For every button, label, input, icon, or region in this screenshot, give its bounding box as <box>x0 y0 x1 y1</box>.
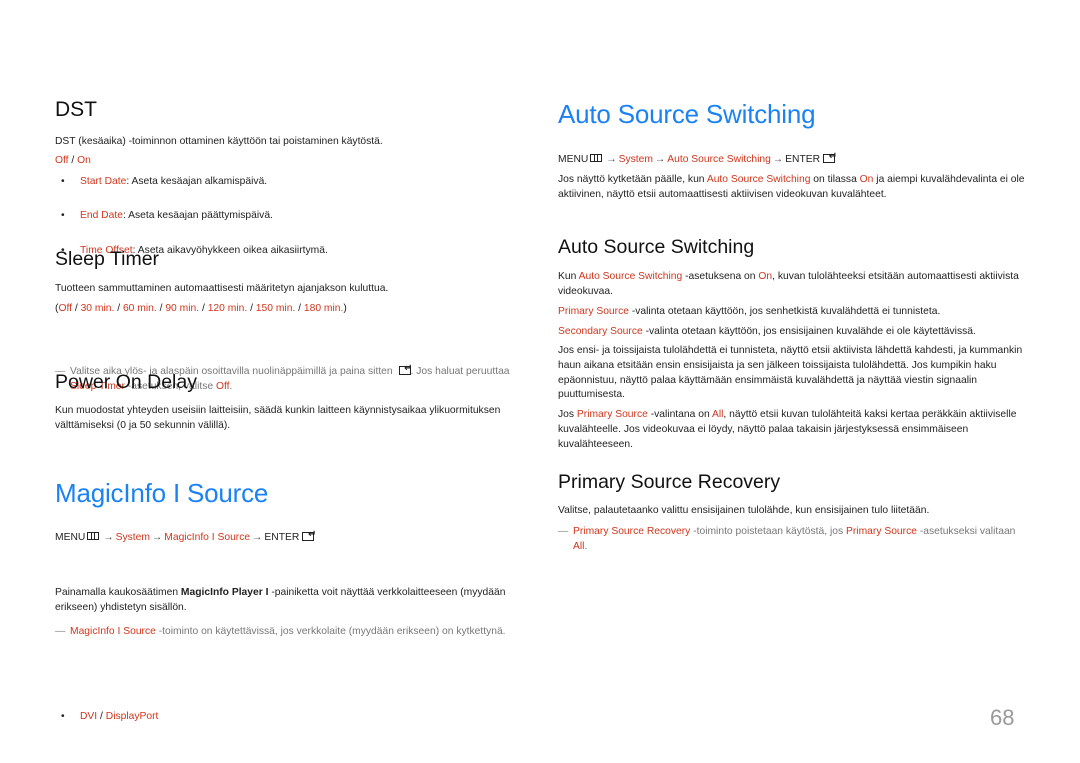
bullet-icon: • <box>61 176 65 187</box>
magicinfo-note: — MagicInfo I Source -toiminto on käytett… <box>55 625 510 640</box>
primary-source-recovery-description: Valitse, palautetaanko valittu ensisijai… <box>558 505 930 516</box>
magicinfo-description: Painamalla kaukosäätimen MagicInfo Playe… <box>55 587 506 613</box>
arrow-icon: → <box>103 532 114 543</box>
magicinfo-bullet-sources: • DVI / DisplayPort <box>55 710 510 725</box>
auto-source-intro: Jos näyttö kytketään päälle, kun Auto So… <box>558 174 1025 200</box>
power-on-delay-description: Kun muodostat yhteyden useisiin laitteis… <box>55 405 501 431</box>
arrow-icon: → <box>654 154 666 165</box>
bullet-icon: • <box>61 710 65 722</box>
auto-source-p3: Secondary Source -valinta otetaan käyttö… <box>558 326 976 337</box>
enter-key-icon <box>302 528 316 543</box>
page-number: 68 <box>990 705 1015 730</box>
power-on-delay-heading: Power On Delay <box>55 371 197 393</box>
auto-source-menu-path: MENU → System → Auto Source Switching → ENTER <box>558 150 1028 168</box>
dst-option-off: Off <box>55 155 69 166</box>
primary-source-recovery-note: — Primary Source Recovery -toiminto poist… <box>558 526 1016 552</box>
dst-option-on: On <box>77 155 91 166</box>
auto-source-p5: Jos Primary Source -valintana on All, nä… <box>558 409 1017 450</box>
dst-bullet-start-date: • Start Date: Aseta kesäajan alkamispäivä… <box>55 175 510 190</box>
note-dash-icon: — <box>55 625 66 637</box>
menu-icon <box>590 154 603 162</box>
enter-key-icon <box>823 150 837 165</box>
arrow-icon: → <box>772 154 784 165</box>
arrow-icon: → <box>151 532 163 543</box>
magicinfo-heading: MagicInfo I Source <box>55 478 269 508</box>
menu-icon <box>87 532 100 540</box>
left-column: DST DST (kesäaika) -toiminnon ottaminen … <box>55 0 510 722</box>
auto-source-switching-heading: Auto Source Switching <box>558 99 816 129</box>
auto-source-p4: Jos ensi- ja toissijaista tulolähdettä e… <box>558 345 1023 401</box>
dst-description: DST (kesäaika) -toiminnon ottaminen käyt… <box>55 136 383 147</box>
auto-source-p1: Kun Auto Source Switching -asetuksena on… <box>558 271 1019 297</box>
dst-options: Off / On <box>55 155 91 166</box>
right-column: Auto Source Switching MENU → System → Auto S… <box>558 0 1028 552</box>
dst-heading: DST <box>55 98 97 121</box>
dst-bullet-end-date: • End Date: Aseta kesäajan päättymispäivä… <box>55 209 510 224</box>
magicinfo-menu-path: MENU → System → MagicInfo I Source → ENTER <box>55 528 510 546</box>
sleep-timer-heading: Sleep Timer <box>55 248 160 270</box>
sleep-timer-description: Tuotteen sammuttaminen automaattisesti m… <box>55 283 389 294</box>
auto-source-p2: Primary Source -valinta otetaan käyttöön… <box>558 306 941 317</box>
arrow-icon: → <box>606 154 617 165</box>
sleep-timer-options: (Off / 30 min. / 60 min. / 90 min. / 120… <box>55 303 347 314</box>
auto-source-switching-subheading: Auto Source Switching <box>558 236 755 258</box>
note-dash-icon: — <box>558 526 569 537</box>
bullet-icon: • <box>61 209 65 221</box>
arrow-icon: → <box>252 532 263 543</box>
primary-source-recovery-heading: Primary Source Recovery <box>558 471 781 493</box>
